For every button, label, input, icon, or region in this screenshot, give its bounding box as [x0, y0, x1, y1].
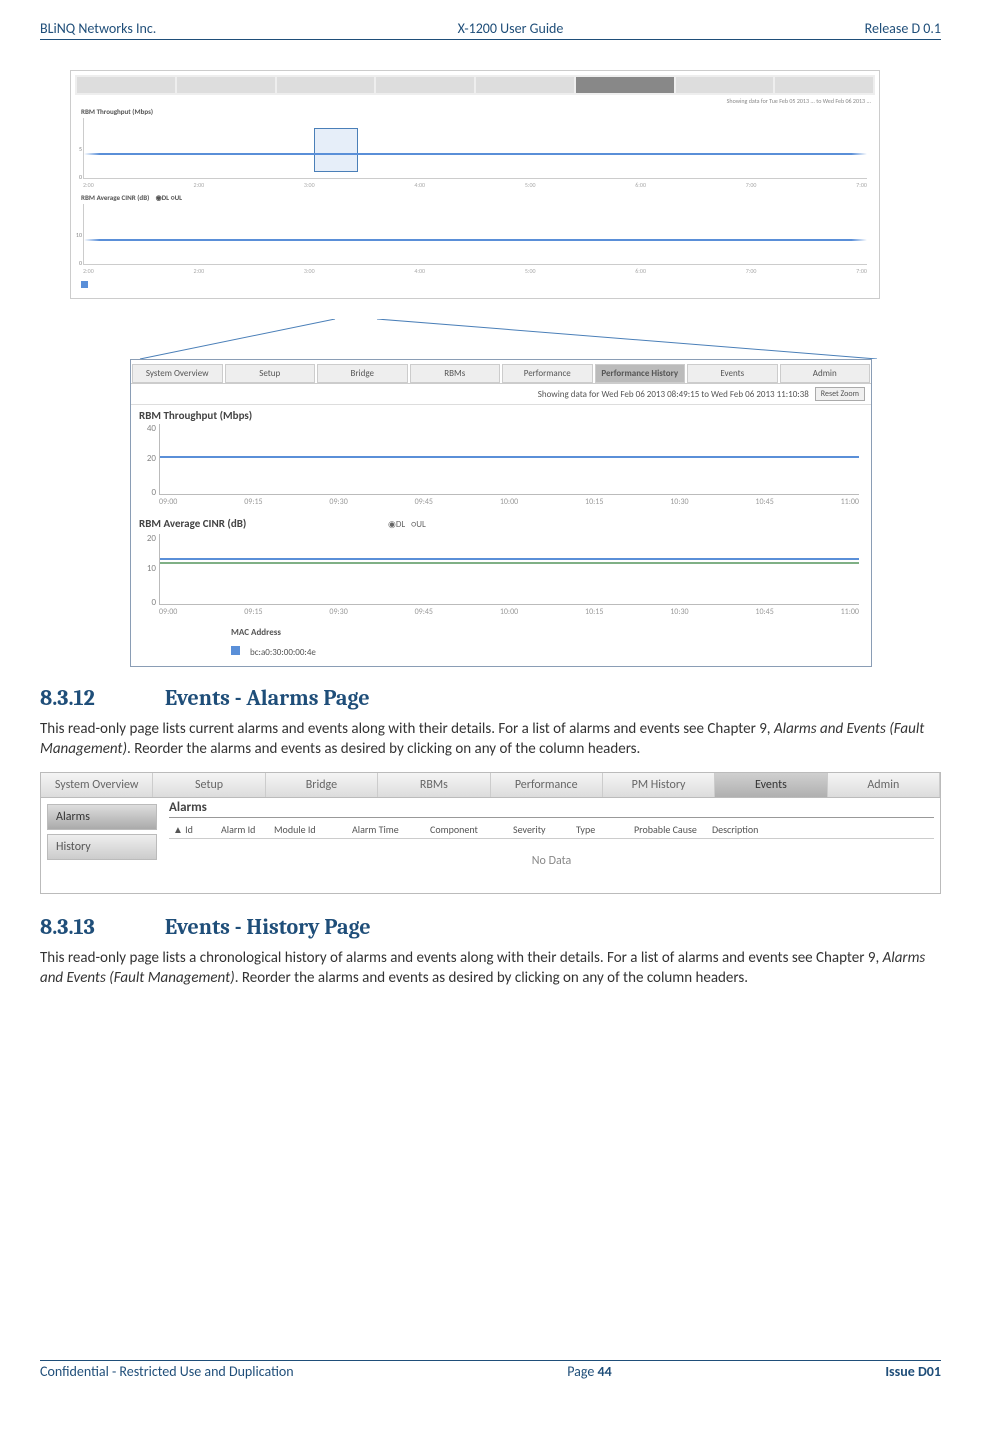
- section-body-8-3-13: This read-only page lists a chronologica…: [40, 948, 941, 989]
- section-heading-8-3-13: 8.3.13 Events - History Page: [40, 914, 941, 940]
- performance-history-mini-screenshot: Showing data for Tue Feb 05 2013 ... to …: [70, 70, 880, 299]
- tab-rbms[interactable]: RBMs: [410, 364, 501, 383]
- mini-tabs: [75, 75, 875, 95]
- page-footer: Confidential - Restricted Use and Duplic…: [40, 1360, 941, 1380]
- series-legend-dot: [81, 281, 88, 288]
- mini-xticks-2: 2:00 2:00 3:00 4:00 5:00 6:00 7:00 7:00: [83, 267, 867, 275]
- tab-events[interactable]: Events: [687, 364, 778, 383]
- mini-info-line: Showing data for Tue Feb 05 2013 ... to …: [75, 95, 875, 107]
- header-right: Release D 0.1: [865, 20, 941, 37]
- tab-bridge[interactable]: Bridge: [266, 773, 378, 797]
- series-legend-dot: [231, 646, 240, 655]
- mac-label: MAC Address: [231, 627, 281, 638]
- zoom-range-text: Showing data for Wed Feb 06 2013 08:49:1…: [538, 389, 809, 400]
- col-type[interactable]: Type: [572, 824, 630, 835]
- header-center: X-1200 User Guide: [458, 20, 564, 37]
- mini-chart1-title: RBM Throughput (Mbps): [75, 107, 875, 116]
- mac-row: MAC Address: [131, 623, 871, 646]
- alarms-panel-title: Alarms: [169, 800, 934, 818]
- sidebar-item-alarms[interactable]: Alarms: [47, 804, 157, 830]
- big-xticks-1: 09:00 09:15 09:30 09:45 10:00 10:15 10:3…: [159, 497, 859, 507]
- alarm-sidebar: Alarms History: [41, 798, 163, 893]
- tab-admin[interactable]: Admin: [828, 773, 940, 797]
- tab-rbms[interactable]: RBMs: [378, 773, 490, 797]
- col-alarm-id[interactable]: Alarm Id: [217, 824, 270, 835]
- big-chart-throughput: 0 20 40: [159, 424, 859, 495]
- col-description[interactable]: Description: [708, 824, 934, 835]
- col-severity[interactable]: Severity: [509, 824, 572, 835]
- alarms-table-header: ▲ Id Alarm Id Module Id Alarm Time Compo…: [169, 821, 934, 839]
- mini-chart-cinr: 0 10: [83, 204, 867, 265]
- tab-performance[interactable]: Performance: [491, 773, 603, 797]
- tab-system-overview[interactable]: System Overview: [132, 364, 223, 383]
- events-alarms-screenshot: System Overview Setup Bridge RBMs Perfor…: [40, 772, 941, 894]
- header-left: BLiNQ Networks Inc.: [40, 20, 156, 37]
- footer-issue: Issue D01: [885, 1363, 941, 1380]
- tab-bridge[interactable]: Bridge: [317, 364, 408, 383]
- zoom-region-box: [314, 128, 358, 172]
- col-id[interactable]: ▲ Id: [169, 824, 217, 835]
- section-body-8-3-12: This read-only page lists current alarms…: [40, 719, 941, 760]
- tab-pm-history[interactable]: PM History: [603, 773, 715, 797]
- tab-events[interactable]: Events: [715, 773, 827, 797]
- alarms-no-data: No Data: [169, 839, 934, 883]
- performance-history-zoom-screenshot: System Overview Setup Bridge RBMs Perfor…: [130, 359, 872, 667]
- mini-chart2-title: RBM Average CINR (dB) ◉DL ○UL: [75, 193, 875, 202]
- big-tabs: System Overview Setup Bridge RBMs Perfor…: [131, 364, 871, 384]
- big-xticks-2: 09:00 09:15 09:30 09:45 10:00 10:15 10:3…: [159, 607, 859, 617]
- col-module-id[interactable]: Module Id: [270, 824, 348, 835]
- tab-setup[interactable]: Setup: [225, 364, 316, 383]
- big-chart-cinr: 0 10 20: [159, 534, 859, 605]
- big-chart1-title: RBM Throughput (Mbps): [131, 405, 871, 422]
- cinr-radio-row: ◉DL ○UL: [258, 519, 426, 530]
- tab-performance[interactable]: Performance: [502, 364, 593, 383]
- zoom-info-row: Showing data for Wed Feb 06 2013 08:49:1…: [131, 384, 871, 405]
- footer-page: Page 44: [567, 1363, 611, 1380]
- tab-performance-history[interactable]: Performance History: [595, 364, 686, 383]
- big-chart2-title: RBM Average CINR (dB): [131, 513, 254, 530]
- tab-system-overview[interactable]: System Overview: [41, 773, 153, 797]
- mini-xticks-1: 2:00 2:00 3:00 4:00 5:00 6:00 7:00 7:00: [83, 181, 867, 189]
- ul-radio[interactable]: UL: [416, 519, 426, 530]
- page-header: BLiNQ Networks Inc. X-1200 User Guide Re…: [40, 20, 941, 40]
- tab-admin[interactable]: Admin: [780, 364, 871, 383]
- tab-setup[interactable]: Setup: [153, 773, 265, 797]
- col-probable-cause[interactable]: Probable Cause: [630, 824, 708, 835]
- reset-zoom-button[interactable]: Reset Zoom: [815, 387, 865, 401]
- dl-radio[interactable]: DL: [396, 519, 405, 530]
- zoom-connector: [70, 319, 911, 359]
- sidebar-item-history[interactable]: History: [47, 834, 157, 860]
- mac-value: bc:a0:30:00:00:4e: [250, 647, 316, 658]
- alarm-tabs: System Overview Setup Bridge RBMs Perfor…: [41, 773, 940, 798]
- col-alarm-time[interactable]: Alarm Time: [348, 824, 426, 835]
- section-heading-8-3-12: 8.3.12 Events - Alarms Page: [40, 685, 941, 711]
- col-component[interactable]: Component: [426, 824, 509, 835]
- footer-left: Confidential - Restricted Use and Duplic…: [40, 1363, 294, 1380]
- mini-chart-throughput: 0 5: [83, 118, 867, 179]
